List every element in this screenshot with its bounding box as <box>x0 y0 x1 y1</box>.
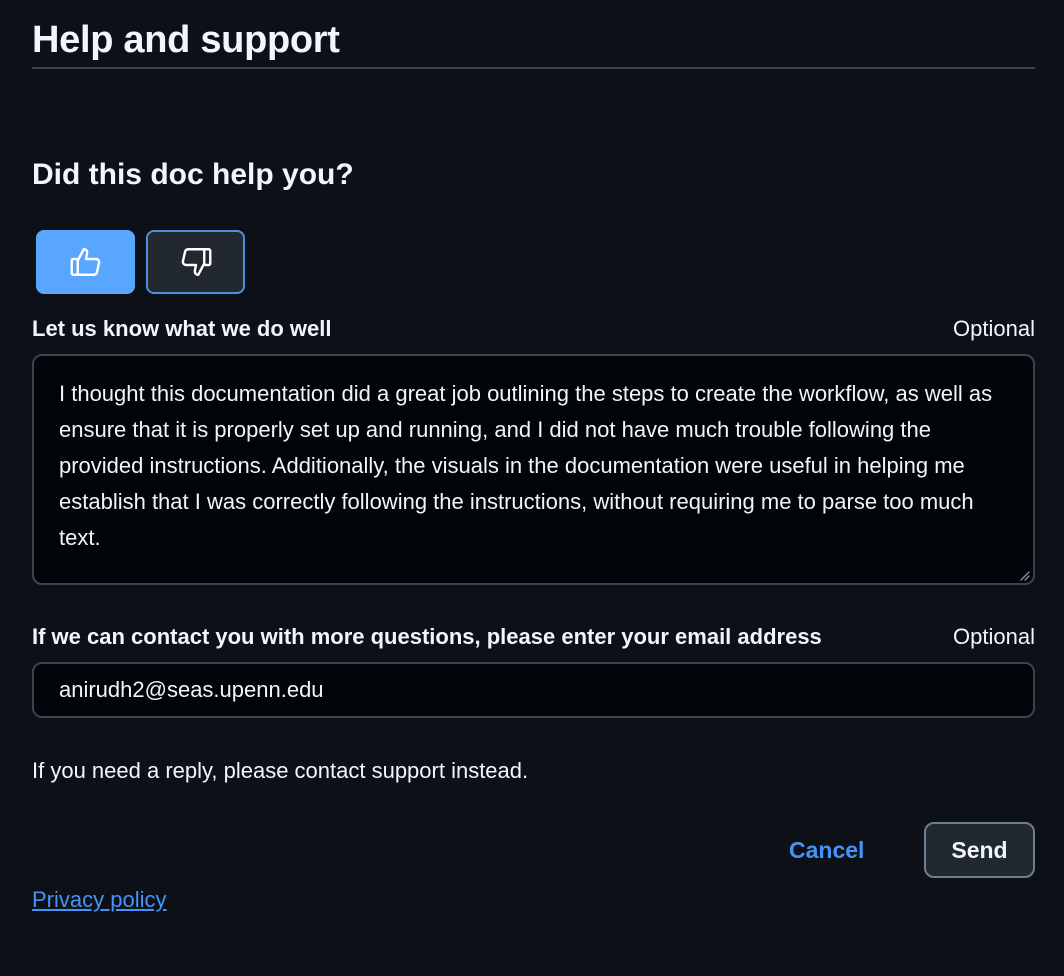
privacy-policy-link[interactable]: Privacy policy <box>32 886 166 914</box>
email-input-value: anirudh2@seas.upenn.edu <box>59 677 324 702</box>
praise-textarea[interactable]: I thought this documentation did a great… <box>32 354 1035 585</box>
resize-handle-icon[interactable] <box>1018 568 1030 581</box>
praise-textarea-value: I thought this documentation did a great… <box>59 381 993 550</box>
thumbs-up-button[interactable] <box>36 230 135 294</box>
title-divider <box>32 67 1035 69</box>
praise-optional-hint: Optional <box>953 316 1035 341</box>
cancel-button[interactable]: Cancel <box>789 836 864 864</box>
thumbs-up-icon <box>68 244 104 280</box>
thumbs-down-icon <box>178 244 214 280</box>
email-input[interactable]: anirudh2@seas.upenn.edu <box>32 662 1035 718</box>
send-button[interactable]: Send <box>924 822 1035 878</box>
reply-note: If you need a reply, please contact supp… <box>32 758 529 783</box>
email-field-label: If we can contact you with more question… <box>32 624 822 649</box>
page-title: Help and support <box>32 19 340 61</box>
feedback-question: Did this doc help you? <box>32 158 354 191</box>
thumbs-down-button[interactable] <box>146 230 245 294</box>
praise-field-label: Let us know what we do well <box>32 316 332 341</box>
email-optional-hint: Optional <box>953 624 1035 649</box>
